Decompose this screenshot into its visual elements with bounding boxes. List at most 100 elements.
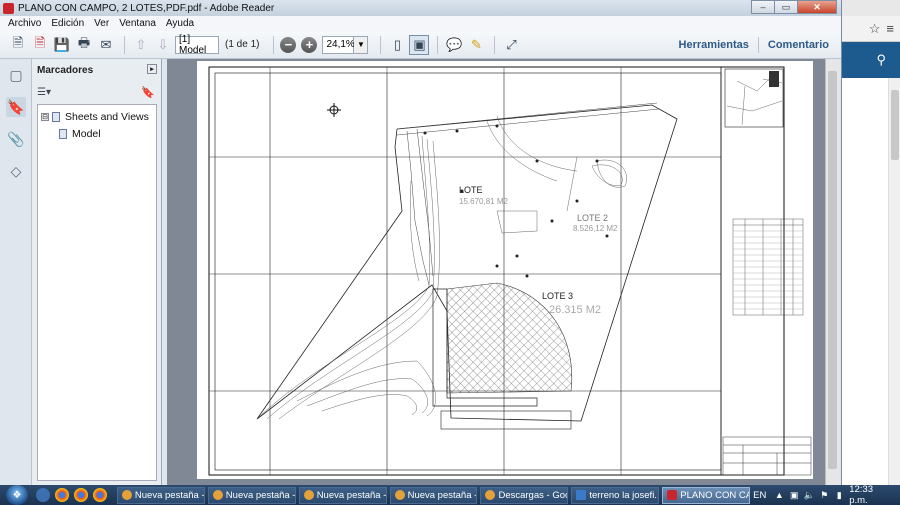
toolbar-separator [437, 35, 439, 54]
bookmark-label: Sheets and Views [65, 110, 149, 123]
menu-ver[interactable]: Ver [94, 18, 109, 29]
page-number-input[interactable]: [1] Model [175, 34, 219, 56]
bookmark-search-icon[interactable]: 🔖 [141, 86, 155, 99]
grid-ticks [209, 67, 622, 475]
menu-edicion[interactable]: Edición [51, 18, 84, 29]
road-lines [396, 102, 660, 286]
comment-link[interactable]: Comentario [768, 39, 829, 51]
volume-icon[interactable]: 🔈 [804, 490, 815, 500]
panel-options-icon[interactable]: ▸ [147, 64, 157, 74]
navigation-pane-strip: ▢ 🔖 📎 ◇ [0, 59, 32, 485]
chrome-icon [212, 490, 223, 500]
taskbar-item[interactable]: Nueva pestaña -... [389, 486, 478, 504]
bookmark-page-icon [59, 128, 67, 139]
tools-link[interactable]: Herramientas [679, 39, 749, 51]
taskbar-item[interactable]: Descargas - Goo... [480, 486, 569, 504]
bookmarks-tree: ⊟ Sheets and Views Model [37, 104, 157, 481]
clock[interactable]: 12:33 p.m. [849, 484, 894, 505]
start-button-icon[interactable]: ❖ [6, 485, 28, 505]
zoom-out-icon[interactable]: − [280, 36, 297, 53]
chrome-icon[interactable] [92, 488, 107, 502]
background-browser-window: ☆ ≡ ⚲ [840, 0, 900, 485]
document-scrollbar[interactable] [825, 59, 839, 485]
maximize-button[interactable]: ▭ [774, 0, 798, 14]
fullscreen-icon[interactable]: ⤢ [501, 35, 521, 55]
highlight-icon[interactable]: ✎ [466, 35, 486, 55]
title-bar: PLANO CON CAMPO, 2 LOTES,PDF.pdf - Adobe… [0, 0, 841, 16]
taskbar-item-label: terreno la josefi... [589, 489, 660, 501]
language-indicator[interactable]: EN [753, 490, 766, 501]
save-icon[interactable]: 💾 [52, 35, 72, 55]
zoom-in-icon[interactable]: + [301, 36, 318, 53]
tray-expand-icon[interactable]: ▲ [774, 490, 784, 500]
main-toolbar: 🗎 🗎 💾 🖶 ✉ ⇧ ⇩ [1] Model (1 de 1) − + 24,… [0, 31, 841, 59]
menu-ventana[interactable]: Ventana [119, 18, 156, 29]
network-icon[interactable]: ▣ [789, 490, 799, 500]
adobe-pdf-icon [3, 2, 14, 14]
taskbar-item-label: Nueva pestaña -... [225, 489, 296, 501]
chrome-icon[interactable] [73, 488, 88, 502]
open-file-icon[interactable]: 🗎 [30, 35, 50, 55]
north-arrow [327, 103, 341, 117]
bookmark-label: Model [72, 127, 101, 140]
survey-points [423, 124, 609, 278]
search-icon[interactable]: ⚲ [876, 52, 886, 68]
page-thumbnails-icon[interactable]: ▢ [6, 65, 26, 85]
lot-1-area: 15.670,81 M2 [459, 197, 508, 206]
collapse-icon[interactable]: ⊟ [41, 112, 49, 121]
taskbar-item-label: Nueva pestaña -... [134, 489, 205, 501]
taskbar-item-label: PLANO CON CA... [680, 489, 749, 501]
email-icon[interactable]: ✉ [96, 35, 116, 55]
document-icon [576, 490, 587, 500]
next-page-icon[interactable]: ⇩ [153, 35, 173, 55]
comment-note-icon[interactable]: 💬 [444, 35, 464, 55]
action-center-icon[interactable]: ⚑ [819, 490, 829, 500]
zoom-input[interactable]: 24,1% [322, 35, 355, 54]
bookmark-options-icon[interactable]: ☰▾ [37, 87, 51, 98]
toolbar-separator [494, 35, 496, 54]
adobe-reader-window: PLANO CON CAMPO, 2 LOTES,PDF.pdf - Adobe… [0, 0, 842, 485]
taskbar-item[interactable]: terreno la josefi... [571, 486, 660, 504]
bookmark-item-sheets-and-views[interactable]: ⊟ Sheets and Views [41, 108, 153, 125]
taskbar-item-active[interactable]: PLANO CON CA... [662, 486, 751, 504]
minimize-button[interactable]: – [751, 0, 775, 14]
toolbar-separator [273, 35, 275, 54]
bookmarks-title: Marcadores [37, 64, 94, 76]
windows-taskbar: ❖ Nueva pestaña -... Nueva pestaña -... … [0, 484, 900, 505]
taskbar-item-label: Nueva pestaña -... [407, 489, 478, 501]
taskbar-item[interactable]: Nueva pestaña -... [116, 486, 205, 504]
attachments-icon[interactable]: 📎 [6, 129, 26, 149]
chrome-icon [121, 490, 132, 500]
print-icon[interactable]: 🖶 [74, 35, 94, 55]
menu-ayuda[interactable]: Ayuda [166, 18, 194, 29]
star-icon[interactable]: ☆ [869, 21, 881, 37]
chrome-icon[interactable] [54, 488, 69, 502]
scrollbar-thumb[interactable] [828, 71, 837, 469]
battery-icon[interactable]: ▮ [834, 490, 844, 500]
chrome-icon [394, 490, 405, 500]
create-pdf-icon[interactable]: 🗎 [8, 35, 28, 55]
fit-page-icon[interactable]: ▯ [387, 35, 407, 55]
menu-bar: Archivo Edición Ver Ventana Ayuda [0, 16, 841, 31]
show-desktop-icon[interactable] [35, 488, 50, 502]
previous-page-icon[interactable]: ⇧ [131, 35, 151, 55]
taskbar-item-label: Nueva pestaña -... [316, 489, 387, 501]
menu-icon[interactable]: ≡ [886, 21, 894, 36]
bookmarks-header: Marcadores ▸ [32, 59, 161, 81]
title-block [722, 436, 812, 476]
menu-archivo[interactable]: Archivo [8, 18, 41, 29]
zoom-dropdown-chevron-icon[interactable]: ▼ [354, 35, 369, 54]
toolbar-separator [757, 37, 759, 53]
bookmarks-panel: Marcadores ▸ ☰▾ 🔖 ⊟ Sheets and Views Mod… [32, 59, 162, 485]
taskbar-item[interactable]: Nueva pestaña -... [298, 486, 387, 504]
bookmarks-icon[interactable]: 🔖 [6, 97, 26, 117]
layers-icon[interactable]: ◇ [6, 161, 26, 181]
lot-2-label: LOTE 2 [577, 213, 608, 223]
fit-width-icon[interactable]: ▣ [409, 34, 430, 55]
bookmark-item-model[interactable]: Model [41, 125, 153, 142]
taskbar-item[interactable]: Nueva pestaña -... [207, 486, 296, 504]
scrollbar-thumb[interactable] [891, 90, 899, 160]
background-browser-scrollbar[interactable] [888, 78, 900, 485]
toolbar-separator [380, 35, 382, 54]
close-button[interactable]: ✕ [797, 0, 837, 14]
